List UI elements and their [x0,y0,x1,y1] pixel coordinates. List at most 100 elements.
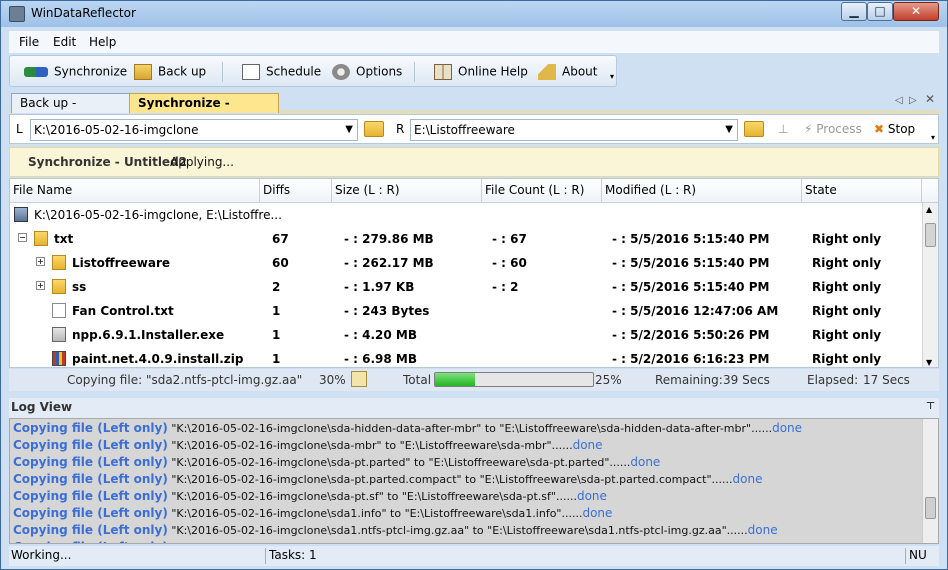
progress-bar-panel: Copying file: "sda2.ntfs-ptcl-img.gz.aa"… [9,369,939,391]
column-header-size[interactable]: Size (L : R) [332,179,482,203]
menu-file[interactable]: File [19,35,39,49]
total-percent: 25% [595,373,622,387]
toolbar-separator [414,62,415,82]
log-line: Copying file (Left only) "K:\2016-05-02-… [13,438,603,452]
total-progress-bar [434,372,594,387]
modified-cell: - : 5/5/2016 5:15:40 PM [612,256,770,270]
chevron-down-icon[interactable]: ▼ [725,120,733,140]
log-view: Copying file (Left only) "K:\2016-05-02-… [9,418,939,544]
sync-arrows-icon [24,66,48,77]
log-scrollbar[interactable] [922,419,938,543]
log-done: done [582,506,613,520]
synchronize-button[interactable]: Synchronize [24,63,127,81]
tab-synchronize[interactable]: Synchronize - Untitled2 [129,93,279,128]
table-row[interactable]: + ss 2 - : 1.97 KB - : 2 - : 5/5/2016 5:15:40… [10,275,922,299]
table-row[interactable]: + Listoffreeware 60 - : 262.17 MB - : 60 - : … [10,251,922,275]
chevron-down-icon[interactable]: ▼ [345,120,353,140]
modified-cell: - : 5/5/2016 12:47:06 AM [612,304,779,318]
table-row[interactable]: Fan Control.txt 1 - : 243 Bytes - : 5/5/201… [10,299,922,323]
size-cell: - : 243 Bytes [344,304,430,318]
log-path: "K:\2016-05-02-16-imgclone\sda1.ntfs-ptc… [167,524,748,537]
total-progress-fill [435,373,475,386]
log-line: Copying file (Left only) "K:\2016-05-02-… [13,489,607,503]
column-header-file-name[interactable]: File Name [10,179,260,203]
backup-icon [134,63,152,80]
menu-help[interactable]: Help [89,35,116,49]
tasks-count: Tasks: 1 [269,548,317,562]
log-done: done [572,438,603,452]
zip-file-icon [52,351,66,366]
modified-cell: - : 5/2/2016 5:50:26 PM [612,328,770,342]
tab-close-icon[interactable]: ✕ [925,92,935,106]
file-percent: 30% [319,373,346,387]
column-header-state[interactable]: State [802,179,922,203]
file-compare-table: File Name Diffs Size (L : R) File Count … [9,178,939,368]
expand-icon[interactable]: + [36,281,45,290]
log-kind: Copying file (Left only) [13,540,168,543]
online-help-button[interactable]: Online Help [434,63,528,81]
right-path-value: E:\Listoffreeware [414,123,515,137]
tag-icon [538,63,556,80]
close-button[interactable]: ✕ [893,2,939,21]
menu-edit[interactable]: Edit [53,35,76,49]
left-browse-folder-icon[interactable] [364,121,384,137]
log-path: "K:\2016-05-02-16-imgclone\sda-pt.sf" to… [167,490,577,503]
column-header-diffs[interactable]: Diffs [260,179,332,203]
log-kind: Copying file (Left only) [13,523,168,537]
status-banner: Synchronize - Untitled2 Applying... [9,147,939,177]
status-separator [265,548,266,564]
log-done: done [732,472,763,486]
tab-backup[interactable]: Back up - Untitled [11,93,131,128]
pin-icon[interactable]: ⊥ [778,122,788,136]
num-lock-indicator: NU [909,548,927,562]
size-cell: - : 4.20 MB [344,328,418,342]
pin-icon[interactable]: ⊤ [926,398,935,416]
app-icon [9,6,25,22]
right-browse-folder-icon[interactable] [744,121,764,137]
pathbar-overflow-icon[interactable]: ▾ [931,133,935,142]
elapsed-label: Elapsed: [807,373,859,387]
count-cell: - : 60 [492,256,527,270]
table-row-root[interactable]: K:\2016-05-02-16-imgclone, E:\Listoffre.… [10,203,922,227]
table-row[interactable]: paint.net.4.0.9.install.zip 1 - : 6.98 MB -… [10,347,922,367]
scroll-down-icon[interactable]: ▼ [926,358,932,367]
table-scrollbar[interactable]: ▲ ▼ [922,203,938,367]
copy-file-icon [351,371,367,387]
options-button[interactable]: Options [332,63,402,81]
stop-button[interactable]: ✖ Stop [874,122,915,136]
expand-icon[interactable]: + [36,257,45,266]
about-button[interactable]: About [538,63,597,81]
table-row[interactable]: npp.6.9.1.Installer.exe 1 - : 4.20 MB - : 5… [10,323,922,347]
minimize-button[interactable]: ▁ [841,2,867,21]
schedule-button[interactable]: Schedule [242,63,321,81]
right-path-combo[interactable]: E:\Listoffreeware ▼ [410,119,738,141]
collapse-icon[interactable]: − [18,233,27,242]
state-cell: Right only [812,256,882,270]
status-separator [905,548,906,564]
total-label: Total [403,373,432,387]
table-row[interactable]: − txt 67 - : 279.86 MB - : 67 - : 5/5/2016 5:… [10,227,922,251]
process-button[interactable]: ⚡ Process [804,122,862,136]
left-path-combo[interactable]: K:\2016-05-02-16-imgclone ▼ [30,119,358,141]
scroll-thumb[interactable] [925,223,936,247]
tab-next-icon[interactable]: ▷ [909,95,917,106]
state-cell: Right only [812,232,882,246]
toolbar-overflow-icon[interactable]: ▾ [610,72,614,81]
scroll-thumb[interactable] [925,497,936,519]
file-name: Fan Control.txt [72,304,174,318]
status-bar: Working... Tasks: 1 NU [9,546,939,566]
log-done: done [576,489,607,503]
maximize-button[interactable]: □ [867,2,893,21]
tab-prev-icon[interactable]: ◁ [895,95,903,106]
column-header-file-count[interactable]: File Count (L : R) [482,179,602,203]
log-view-title: Log View ⊤ [9,398,939,418]
root-label: K:\2016-05-02-16-imgclone, E:\Listoffre.… [34,208,282,222]
window-title: WinDataReflector [31,6,136,20]
scroll-up-icon[interactable]: ▲ [926,205,932,214]
diffs-cell: 60 [272,256,289,270]
log-done: done [630,455,661,469]
column-header-modified[interactable]: Modified (L : R) [602,179,802,203]
remaining-label: Remaining: [655,373,723,387]
folder-icon [52,279,66,294]
backup-button[interactable]: Back up [134,63,206,81]
